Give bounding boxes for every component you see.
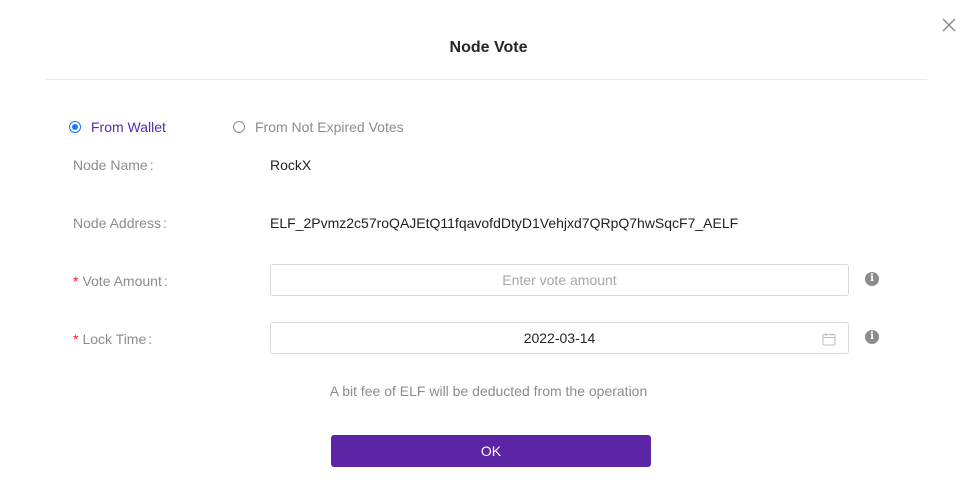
vote-amount-info-icon[interactable]: i: [865, 272, 879, 286]
close-button[interactable]: [939, 15, 959, 35]
lock-time-value: 2022-03-14: [523, 330, 596, 346]
lock-time-label: * Lock Time:: [73, 331, 153, 347]
modal-title: Node Vote: [449, 39, 528, 56]
radio-from-not-expired-votes[interactable]: From Not Expired Votes: [233, 117, 404, 137]
node-vote-modal: Node Vote From Wallet From Not Expired V…: [0, 0, 977, 496]
radio-unchecked-icon[interactable]: [233, 121, 245, 133]
vote-amount-label: * Vote Amount:: [73, 273, 168, 289]
close-icon: [942, 18, 956, 32]
vote-amount-field[interactable]: [270, 264, 849, 296]
node-address-label: Node Address:: [73, 215, 167, 231]
calendar-icon[interactable]: [822, 332, 836, 346]
header-divider: [46, 79, 927, 80]
node-name-value: RockX: [270, 157, 312, 173]
node-name-label: Node Name:: [73, 157, 154, 173]
vote-amount-input[interactable]: [271, 265, 848, 295]
radio-checked-icon[interactable]: [69, 121, 81, 133]
lock-time-date-picker[interactable]: 2022-03-14: [270, 322, 849, 354]
fee-note: A bit fee of ELF will be deducted from t…: [329, 383, 648, 399]
radio-from-not-expired-votes-label: From Not Expired Votes: [255, 119, 404, 135]
radio-from-wallet-label: From Wallet: [91, 119, 166, 135]
lock-time-info-icon[interactable]: i: [865, 330, 879, 344]
node-address-value: ELF_2Pvmz2c57roQAJEtQ11fqavofdDtyD1Vehjx…: [270, 215, 739, 231]
ok-button[interactable]: OK: [331, 435, 651, 467]
required-mark: *: [73, 331, 79, 347]
radio-from-wallet[interactable]: From Wallet: [69, 117, 166, 137]
required-mark: *: [73, 273, 79, 289]
